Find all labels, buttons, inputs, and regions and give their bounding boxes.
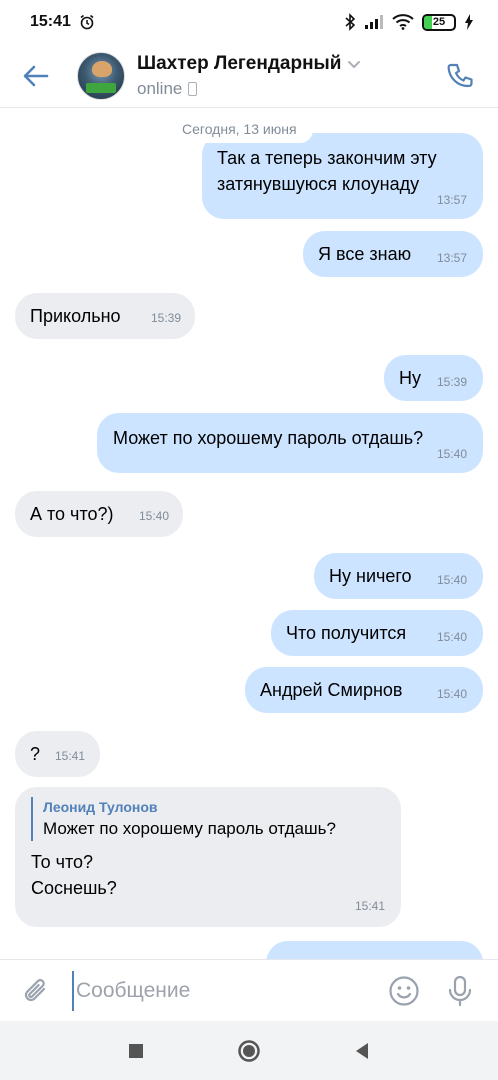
signal-icon (365, 15, 383, 29)
message-incoming-reply[interactable]: Леонид Тулонов Может по хорошему пароль … (15, 787, 401, 927)
contact-status-text: online (137, 78, 183, 98)
wifi-icon (392, 14, 414, 30)
message-time: 15:40 (436, 447, 467, 461)
message-composer (0, 959, 498, 1021)
message-outgoing[interactable]: Ну 15:39 (384, 355, 483, 401)
message-text-line: затянувшуюся клоунаду (217, 174, 420, 194)
message-time: 15:40 (436, 630, 467, 644)
chat-header: Шахтер Легендарный online (0, 44, 498, 108)
home-button[interactable] (235, 1037, 263, 1065)
back-button[interactable] (11, 51, 61, 101)
avatar[interactable] (77, 51, 125, 100)
reply-text: Может по хорошему пароль отдашь? (43, 819, 336, 838)
message-time: 15:40 (436, 573, 467, 587)
chevron-down-icon (348, 60, 361, 68)
recent-apps-icon (129, 1043, 143, 1058)
status-icons: 25 (344, 13, 474, 31)
reply-quote[interactable]: Леонид Тулонов Может по хорошему пароль … (31, 797, 385, 841)
message-text: Андрей Смирнов (260, 680, 403, 700)
message-outgoing[interactable]: Что получится 15:40 (271, 610, 483, 656)
paperclip-icon (24, 978, 46, 1001)
message-incoming[interactable]: ? 15:41 (15, 731, 100, 777)
battery-icon: 25 (422, 13, 456, 31)
message-text: Может по хорошему пароль отдашь? (113, 428, 424, 448)
bluetooth-icon (345, 13, 356, 31)
battery-level (424, 15, 432, 29)
back-nav-button[interactable] (348, 1037, 376, 1065)
emoji-button[interactable] (384, 971, 424, 1011)
message-time: 15:39 (436, 375, 467, 389)
contact-info[interactable]: Шахтер Легендарный online (137, 53, 361, 99)
message-text: А то что?) (30, 504, 114, 524)
message-list[interactable]: Сегодня, 13 июня Так а теперь закончим э… (0, 109, 498, 959)
battery-text: 25 (432, 16, 446, 28)
message-outgoing[interactable]: Ну ничего 15:40 (314, 553, 483, 599)
message-text: Я все знаю (318, 244, 412, 264)
attach-button[interactable] (14, 969, 58, 1013)
recent-apps-button[interactable] (122, 1037, 150, 1065)
mobile-icon (188, 81, 198, 96)
charging-icon (465, 14, 473, 30)
message-text-line: То что? (31, 852, 94, 872)
message-text: Ну (399, 368, 421, 388)
alarm-icon (80, 14, 94, 30)
emoji-icon (389, 975, 419, 1006)
call-button[interactable] (440, 56, 480, 96)
status-time: 15:41 (30, 13, 71, 30)
back-icon (356, 1042, 368, 1059)
message-outgoing[interactable]: Так а теперь закончим эту затянувшуюся к… (202, 133, 483, 219)
contact-name-text: Шахтер Легендарный (137, 52, 342, 74)
message-time: 13:57 (436, 251, 467, 265)
message-time: 15:39 (150, 311, 181, 325)
microphone-icon (448, 975, 472, 1006)
message-time: 13:57 (436, 193, 467, 207)
message-outgoing[interactable]: Андрей Смирнов 15:40 (245, 667, 483, 713)
message-input[interactable] (72, 970, 372, 1011)
message-incoming[interactable]: Прикольно 15:39 (15, 293, 195, 339)
message-time: 15:41 (54, 749, 85, 763)
back-arrow-icon (23, 65, 49, 86)
message-outgoing[interactable]: Может по хорошему пароль отдашь? 15:40 (97, 413, 483, 473)
message-text: Что получится (286, 623, 407, 643)
message-incoming[interactable]: А то что?) 15:40 (15, 491, 183, 537)
message-time: 15:41 (354, 899, 385, 913)
system-nav-bar (0, 1021, 498, 1080)
phone-icon (447, 63, 473, 87)
message-outgoing[interactable]: Я все знаю 13:57 (303, 231, 483, 277)
message-text: Прикольно (30, 306, 121, 326)
message-time: 15:40 (436, 687, 467, 701)
home-icon (238, 1039, 260, 1062)
message-outgoing-partial[interactable] (266, 941, 483, 959)
voice-message-button[interactable] (440, 971, 480, 1011)
date-separator: Сегодня, 13 июня (166, 117, 313, 143)
contact-status: online (137, 79, 361, 99)
message-text: Ну ничего (329, 566, 412, 586)
message-time: 15:40 (138, 509, 169, 523)
message-text-line: Соснешь? (31, 878, 117, 898)
message-text-line: Так а теперь закончим эту (217, 148, 437, 168)
status-bar: 15:41 25 (0, 0, 498, 44)
reply-author: Леонид Тулонов (43, 799, 158, 815)
message-text: ? (30, 744, 41, 764)
contact-name: Шахтер Легендарный (137, 53, 361, 75)
